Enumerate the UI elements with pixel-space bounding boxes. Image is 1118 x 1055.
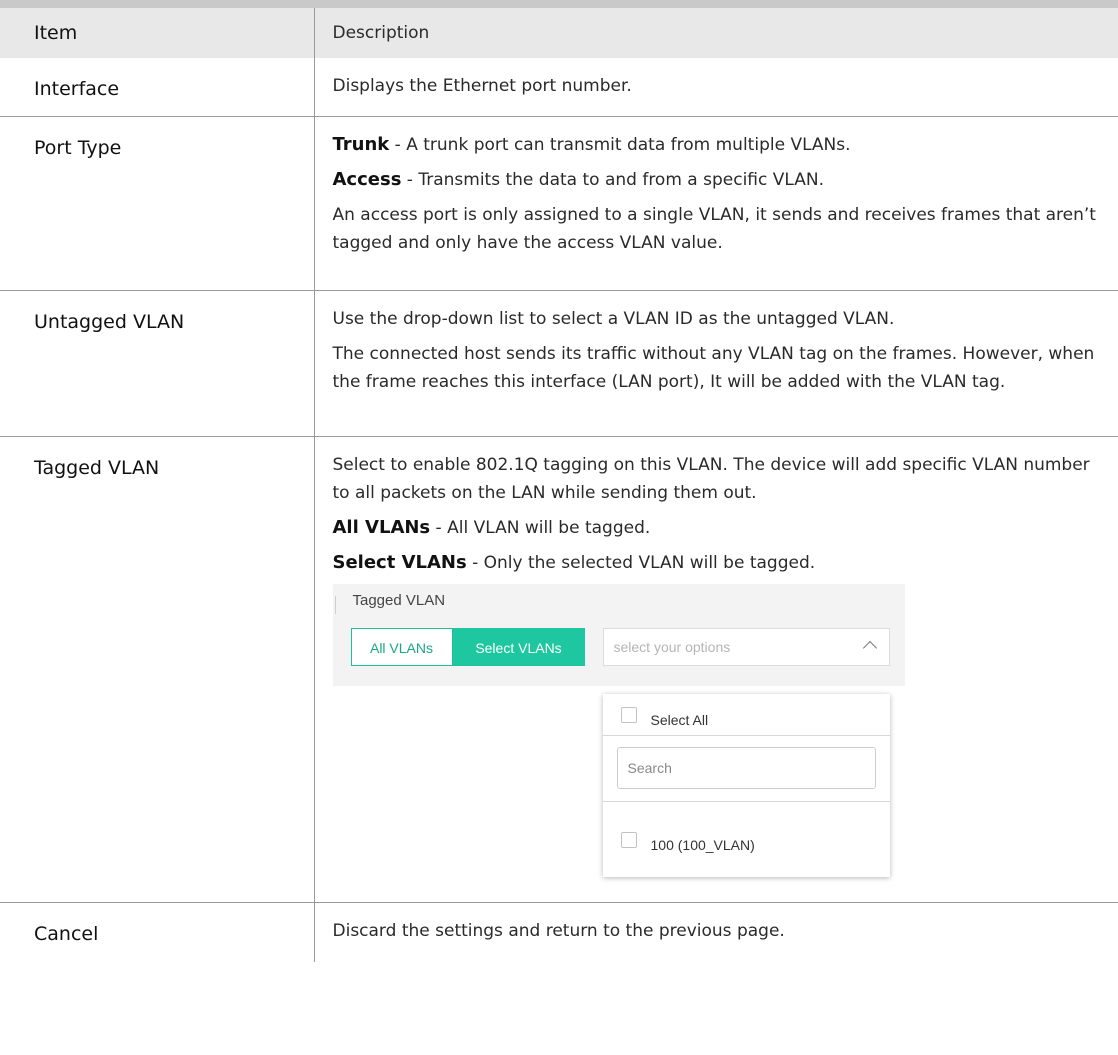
table-header: Item Description	[0, 8, 1118, 58]
description-table: Item Description Interface Displays the …	[0, 8, 1118, 962]
row-item: Interface	[0, 58, 314, 117]
option-checkbox[interactable]	[620, 831, 637, 848]
table-row: Interface Displays the Ethernet port num…	[0, 58, 1118, 117]
row-item: Tagged VLAN	[0, 436, 314, 903]
header-description: Description	[313, 8, 1118, 58]
row-item: Port Type	[0, 116, 314, 291]
select-placeholder: select your options	[613, 638, 731, 655]
row-description: Trunk - A trunk port can transmit data f…	[313, 116, 1118, 291]
select-all-row[interactable]: Select All	[602, 694, 890, 736]
description-paragraph: Discard the settings and return to the p…	[332, 920, 785, 941]
select-all-label: Select All	[650, 711, 709, 728]
description-paragraph: Access - Transmits the data to and from …	[332, 168, 825, 190]
search-input[interactable]: Search	[616, 746, 876, 789]
tagged-vlan-screenshot: Tagged VLAN All VLANs Select VLANs selec…	[332, 583, 905, 884]
vlan-mode-toggle: All VLANs Select VLANs	[350, 627, 585, 668]
description-paragraph: The connected host sends its traffic wit…	[332, 343, 1095, 392]
vlan-dropdown: Select All Search 100 (100_VLAN)	[602, 693, 890, 877]
vlan-multiselect[interactable]: select your options	[602, 627, 890, 666]
term-all-vlans: All VLANs	[332, 516, 431, 538]
all-vlans-button[interactable]: All VLANs	[350, 627, 453, 666]
description-paragraph: Displays the Ethernet port number.	[332, 76, 632, 96]
description-paragraph: Select to enable 802.1Q tagging on this …	[332, 454, 1090, 503]
search-placeholder: Search	[627, 759, 672, 776]
description-paragraph: All VLANs - All VLAN will be tagged.	[332, 516, 651, 538]
row-description: Select to enable 802.1Q tagging on this …	[313, 436, 1118, 903]
table-row: Tagged VLAN Select to enable 802.1Q tagg…	[0, 436, 1118, 903]
row-description: Displays the Ethernet port number.	[313, 58, 1118, 117]
option-label[interactable]: 100 (100_VLAN)	[651, 831, 755, 859]
table-row: Port Type Trunk - A trunk port can trans…	[0, 116, 1118, 291]
term-select-vlans: Select VLANs	[332, 551, 467, 573]
header-item: Item	[0, 8, 314, 58]
description-paragraph: Use the drop-down list to select a VLAN …	[332, 308, 895, 329]
row-description: Discard the settings and return to the p…	[313, 902, 1118, 962]
description-paragraph: An access port is only assigned to a sin…	[332, 204, 1096, 253]
divider	[602, 800, 890, 802]
row-description: Use the drop-down list to select a VLAN …	[313, 290, 1118, 437]
row-item: Cancel	[34, 922, 99, 945]
top-border	[0, 0, 1118, 8]
term-access: Access	[332, 168, 402, 190]
select-all-checkbox[interactable]	[620, 706, 637, 723]
description-paragraph: Trunk - A trunk port can transmit data f…	[332, 133, 851, 155]
table-row: Cancel Discard the settings and return t…	[0, 902, 1118, 962]
divider	[334, 595, 336, 614]
term-trunk: Trunk	[332, 133, 390, 155]
row-item: Untagged VLAN	[0, 290, 314, 437]
description-paragraph: Select VLANs - Only the selected VLAN wi…	[332, 551, 816, 573]
table-row: Untagged VLAN Use the drop-down list to …	[0, 290, 1118, 437]
chevron-up-icon	[862, 640, 877, 655]
tagged-vlan-label: Tagged VLAN	[352, 591, 446, 609]
select-vlans-button[interactable]: Select VLANs	[452, 627, 585, 666]
